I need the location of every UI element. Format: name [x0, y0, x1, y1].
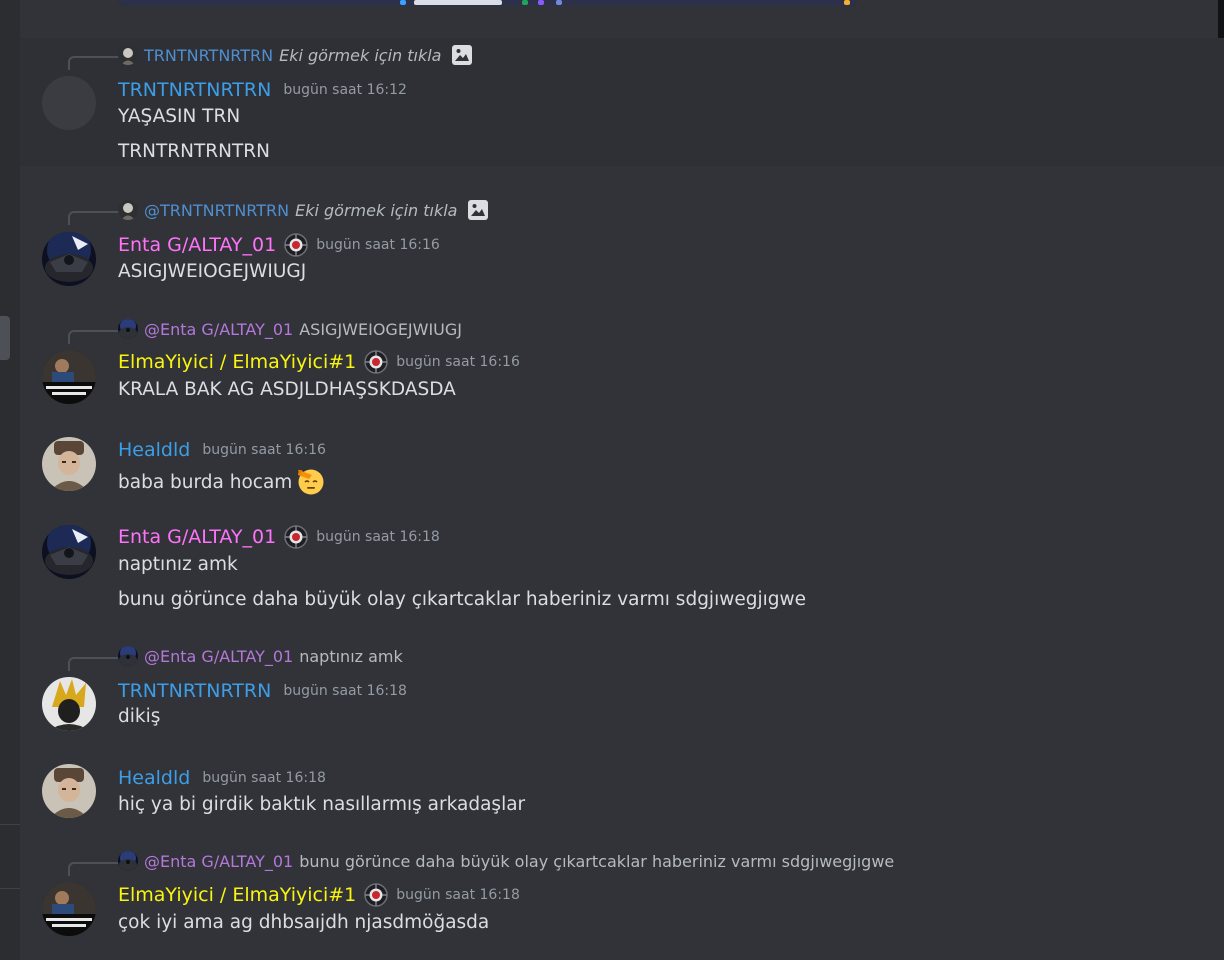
message-content: ASIGJWEIOGEJWIUGJ [118, 261, 307, 282]
timestamp[interactable]: bugün saat 16:12 [283, 82, 407, 98]
message-content: hiç ya bi girdik baktık nasıllarmış arka… [118, 794, 526, 815]
message-header: ElmaYiyici / ElmaYiyici#1 bugün saat 16:1… [118, 882, 520, 908]
message-text: dikiş [118, 706, 160, 727]
message-list: TRNTNRTNRTRN Eki görmek için tıkla TRNTNRT… [20, 0, 1224, 960]
timestamp[interactable]: bugün saat 16:18 [202, 770, 326, 786]
avatar[interactable] [42, 677, 96, 731]
avatar[interactable] [42, 76, 96, 130]
message-content: KRALA BAK AG ASDJLDHAŞSKDASDA [118, 379, 456, 400]
reply-author-name[interactable]: @Enta G/ALTAY_01 [144, 320, 293, 339]
reply-content[interactable]: Eki görmek için tıkla [295, 201, 457, 220]
avatar[interactable] [42, 525, 96, 579]
username[interactable]: Healdld [118, 439, 190, 461]
reply-content[interactable]: naptınız amk [299, 647, 403, 666]
username[interactable]: ElmaYiyici / ElmaYiyici#1 [118, 351, 356, 373]
username[interactable]: Healdld [118, 767, 190, 789]
reply-avatar [118, 851, 138, 871]
message-text: naptınız amk [118, 554, 238, 575]
reply-content[interactable]: Eki görmek için tıkla [279, 46, 441, 65]
server-sidebar-edge [0, 0, 20, 960]
reply-content[interactable]: bunu görünce daha büyük olay çıkartcakla… [299, 852, 894, 871]
avatar[interactable] [42, 232, 96, 286]
reply-preview[interactable]: @Enta G/ALTAY_01 naptınız amk [118, 645, 403, 667]
sidebar-divider [0, 824, 20, 825]
message-header: Enta G/ALTAY_01 bugün saat 16:16 [118, 232, 440, 258]
server-badge-icon[interactable] [364, 350, 389, 374]
message-header: TRNTNRTNRTRN bugün saat 16:12 [118, 77, 407, 103]
message-content: naptınız amk [118, 554, 238, 575]
avatar[interactable] [42, 882, 96, 936]
message-header: Healdld bugün saat 16:18 [118, 765, 326, 791]
reply-author-name[interactable]: @Enta G/ALTAY_01 [144, 647, 293, 666]
timestamp[interactable]: bugün saat 16:16 [202, 442, 326, 458]
message-content: YAŞASIN TRN [118, 106, 241, 127]
message-content: bunu görünce daha büyük olay çıkartcakla… [118, 589, 807, 610]
username[interactable]: Enta G/ALTAY_01 [118, 234, 276, 256]
message-header: Enta G/ALTAY_01 bugün saat 16:18 [118, 524, 440, 550]
reply-author-name[interactable]: TRNTNRTNRTRN [144, 46, 273, 65]
message-text: çok iyi ama ag dhbsaıjdh njasdmöğasda [118, 912, 489, 933]
reply-spine [68, 862, 120, 876]
reply-preview[interactable]: @Enta G/ALTAY_01 ASIGJWEIOGEJWIUGJ [118, 318, 462, 340]
avatar[interactable] [42, 764, 96, 818]
message-header: TRNTNRTNRTRN bugün saat 16:18 [118, 678, 407, 704]
message-text: YAŞASIN TRN [118, 106, 240, 127]
username[interactable]: ElmaYiyici / ElmaYiyici#1 [118, 884, 356, 906]
message-header: ElmaYiyici / ElmaYiyici#1 bugün saat 16:1… [118, 349, 520, 375]
channel-scroll-thumb[interactable] [0, 316, 10, 360]
reply-avatar [118, 200, 138, 220]
reply-avatar [118, 319, 138, 339]
server-badge-icon[interactable] [284, 525, 308, 549]
reply-avatar [118, 646, 138, 666]
message-content: baba burda hocam [118, 472, 293, 493]
timestamp[interactable]: bugün saat 16:18 [283, 683, 407, 699]
timestamp[interactable]: bugün saat 16:16 [396, 354, 520, 370]
reply-avatar [118, 45, 138, 65]
timestamp[interactable]: bugün saat 16:18 [316, 529, 440, 545]
message-content: dikiş [118, 706, 161, 727]
sidebar-divider [0, 888, 20, 889]
reply-spine [68, 56, 120, 70]
username[interactable]: Enta G/ALTAY_01 [118, 526, 276, 548]
message-text: hiç ya bi girdik baktık nasıllarmış arka… [118, 794, 525, 815]
timestamp[interactable]: bugün saat 16:18 [396, 887, 520, 903]
reply-preview[interactable]: TRNTNRTNRTRN Eki görmek için tıkla [118, 44, 473, 66]
avatar[interactable] [42, 350, 96, 404]
avatar[interactable] [42, 437, 96, 491]
reply-preview[interactable]: @TRNTNRTNRTRN Eki görmek için tıkla [118, 199, 489, 221]
username[interactable]: TRNTNRTNRTRN [118, 79, 271, 101]
message-content: TRNTRNTRNTRN [118, 141, 270, 162]
reply-spine [68, 657, 120, 671]
message-text: ASIGJWEIOGEJWIUGJ [118, 261, 306, 282]
reply-author-name[interactable]: @TRNTNRTNRTRN [144, 201, 289, 220]
reply-spine [68, 330, 120, 344]
message-text: bunu görünce daha büyük olay çıkartcakla… [118, 589, 806, 610]
server-badge-icon[interactable] [364, 883, 389, 907]
image-icon [451, 44, 473, 66]
image-icon [467, 199, 489, 221]
saluting-face-emoji[interactable] [296, 466, 326, 496]
message-header: Healdld bugün saat 16:16 [118, 437, 326, 463]
reply-preview[interactable]: @Enta G/ALTAY_01 bunu görünce daha büyük … [118, 850, 894, 872]
server-badge-icon[interactable] [284, 233, 308, 257]
username[interactable]: TRNTNRTNRTRN [118, 680, 271, 702]
reply-author-name[interactable]: @Enta G/ALTAY_01 [144, 852, 293, 871]
message-text: KRALA BAK AG ASDJLDHAŞSKDASDA [118, 379, 456, 400]
message-text: TRNTRNTRNTRN [118, 141, 270, 162]
message-content: çok iyi ama ag dhbsaıjdh njasdmöğasda [118, 912, 490, 933]
message-text: baba burda hocam [118, 466, 326, 496]
timestamp[interactable]: bugün saat 16:16 [316, 237, 440, 253]
reply-content[interactable]: ASIGJWEIOGEJWIUGJ [299, 320, 462, 339]
reply-spine [68, 211, 120, 225]
